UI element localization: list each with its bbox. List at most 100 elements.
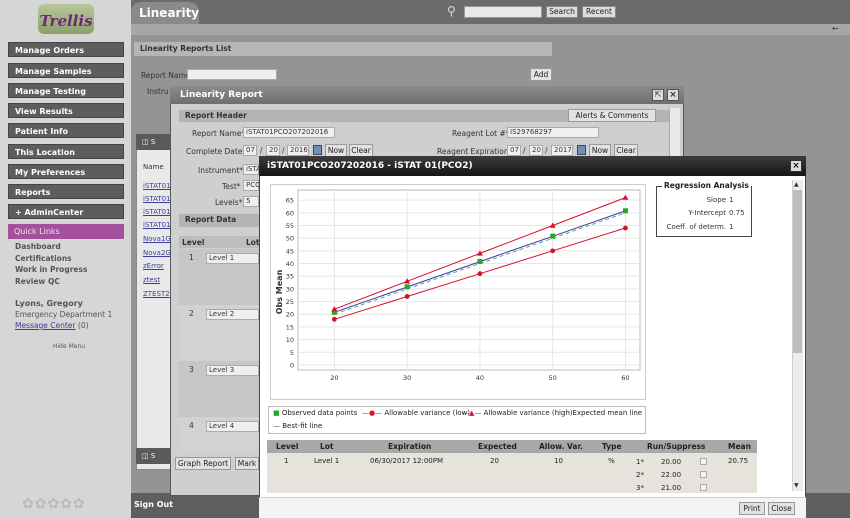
report-name-field[interactable]: iSTAT01PCO207202016 (243, 127, 335, 138)
col-expiration: Expiration (388, 442, 432, 451)
suppress-checkbox[interactable] (700, 471, 707, 478)
run-label: 3* (636, 484, 644, 492)
popout-icon[interactable]: ⇱ (652, 89, 664, 101)
complete-month-field[interactable]: 07 (243, 145, 257, 156)
calendar-icon[interactable] (577, 145, 586, 155)
quick-link-certifications[interactable]: Certifications (15, 254, 72, 263)
add-button[interactable]: Add (530, 68, 552, 81)
quick-links-header: Quick Links (8, 224, 124, 239)
exp-month-field[interactable]: 07 (507, 145, 521, 156)
complete-year-field[interactable]: 2016 (287, 145, 309, 156)
variance-low-point (331, 316, 337, 322)
level-lot-field[interactable]: Level 4 (206, 421, 259, 432)
list-panel-footer: ◫ S (136, 448, 172, 464)
nav-view-results[interactable]: View Results (8, 103, 124, 118)
nav-admin-center[interactable]: + AdminCenter (8, 204, 124, 219)
level-lot-field[interactable]: Level 3 (206, 365, 259, 376)
y-tick-label: 15 (286, 323, 294, 331)
quick-link-work-in-progress[interactable]: Work in Progress (15, 265, 87, 274)
instrument-label: Instrument* (198, 166, 244, 175)
list-item[interactable]: iSTAT01 (143, 221, 171, 229)
graph-report-button[interactable]: Graph Report (175, 457, 231, 470)
nav-manage-samples[interactable]: Manage Samples (8, 63, 124, 78)
list-item[interactable]: iSTAT01 (143, 195, 171, 203)
mark-button[interactable]: Mark (235, 457, 259, 470)
recent-button[interactable]: Recent (582, 6, 616, 18)
suppress-checkbox[interactable] (700, 458, 707, 465)
list-item[interactable]: Nova1G (143, 235, 171, 243)
print-button[interactable]: Print (739, 502, 765, 515)
quick-link-dashboard[interactable]: Dashboard (15, 242, 61, 251)
search-input[interactable] (464, 6, 542, 18)
x-tick-label: 40 (476, 374, 484, 382)
test-field[interactable]: PCO (243, 180, 261, 191)
nav-this-location[interactable]: This Location (8, 144, 124, 159)
report-data-section: Report Data (179, 214, 259, 227)
reagent-lot-field[interactable]: IS29768297 (507, 127, 599, 138)
y-tick-label: 45 (286, 247, 294, 255)
regression-analysis-title: Regression Analysis (662, 181, 751, 190)
report-name-filter-input[interactable] (187, 69, 277, 80)
calendar-icon[interactable] (313, 145, 322, 155)
footer-logo-icon: ✿✿✿✿✿ (22, 496, 86, 512)
close-button[interactable]: Close (768, 502, 795, 515)
cell-mean: 20.75 (728, 457, 749, 465)
quick-link-review-qc[interactable]: Review QC (15, 277, 60, 286)
suppress-checkbox[interactable] (700, 484, 707, 491)
alerts-comments-button[interactable]: Alerts & Comments (568, 109, 656, 122)
graph-scroll-thumb[interactable] (793, 190, 802, 353)
user-name: Lyons, Gregory (15, 299, 83, 308)
col-run-suppress: Run/Suppress (647, 442, 706, 451)
list-item[interactable]: iSTAT01 (143, 208, 171, 216)
graph-dialog-title: iSTAT01PCO207202016 - iSTAT 01(PCO2) (259, 156, 806, 176)
date-separator: / (545, 146, 548, 155)
complete-day-field[interactable]: 20 (266, 145, 280, 156)
nav-patient-info[interactable]: Patient Info (8, 123, 124, 138)
list-item[interactable]: zError (143, 262, 164, 270)
levels-field[interactable]: 5 (243, 196, 259, 207)
exp-day-field[interactable]: 20 (529, 145, 543, 156)
y-tick-label: 40 (286, 260, 294, 268)
legend-observed: ■ Observed data points (273, 409, 358, 417)
list-item[interactable]: ztest (143, 276, 160, 284)
sign-out-link[interactable]: Sign Out (134, 500, 173, 509)
x-tick-label: 30 (403, 374, 411, 382)
date-separator: / (523, 146, 526, 155)
exp-year-field[interactable]: 2017 (551, 145, 573, 156)
level-lot-field[interactable]: Level 1 (206, 253, 259, 264)
variance-low-point (550, 248, 556, 254)
report-name-field-label: Report Name* (192, 129, 246, 138)
list-item[interactable]: Nova2G (143, 249, 171, 257)
variance-low-point (623, 225, 628, 231)
coeff-value: 1 (729, 223, 734, 231)
nav-reports[interactable]: Reports (8, 184, 124, 199)
col-mean: Mean (728, 442, 751, 451)
back-arrow-icon[interactable]: ← (832, 24, 839, 33)
test-label: Test* (222, 182, 241, 191)
message-center-link[interactable]: Message Center (15, 321, 76, 330)
run-value: 22.00 (661, 471, 682, 479)
list-item[interactable]: iSTAT01 (143, 182, 171, 190)
y-tick-label: 30 (286, 285, 294, 293)
graph-close-icon[interactable]: × (790, 160, 802, 172)
instrument-field[interactable]: iSTA (243, 164, 261, 175)
user-department: Emergency Department 1 (15, 310, 113, 319)
y-tick-label: 60 (286, 209, 294, 217)
list-item[interactable]: ZTEST2 (143, 290, 170, 298)
y-tick-label: 25 (286, 298, 294, 306)
instrument-filter-label: Instru (147, 87, 169, 96)
close-icon[interactable]: × (667, 89, 679, 101)
nav-manage-testing[interactable]: Manage Testing (8, 83, 124, 98)
scroll-up-icon[interactable]: ▲ (794, 181, 799, 188)
scroll-down-icon[interactable]: ▼ (794, 482, 799, 489)
run-label: 1* (636, 458, 644, 466)
legend-low: —●— Allowable variance (low) (362, 409, 471, 417)
level-lot-field[interactable]: Level 2 (206, 309, 259, 320)
variance-low-point (404, 294, 410, 299)
search-button[interactable]: Search (546, 6, 578, 18)
hide-menu-link[interactable]: Hide Menu (53, 343, 85, 350)
nav-my-preferences[interactable]: My Preferences (8, 164, 124, 179)
nav-manage-orders[interactable]: Manage Orders (8, 42, 124, 57)
y-tick-label: 35 (286, 273, 294, 281)
graph-dialog-footer (259, 497, 806, 518)
